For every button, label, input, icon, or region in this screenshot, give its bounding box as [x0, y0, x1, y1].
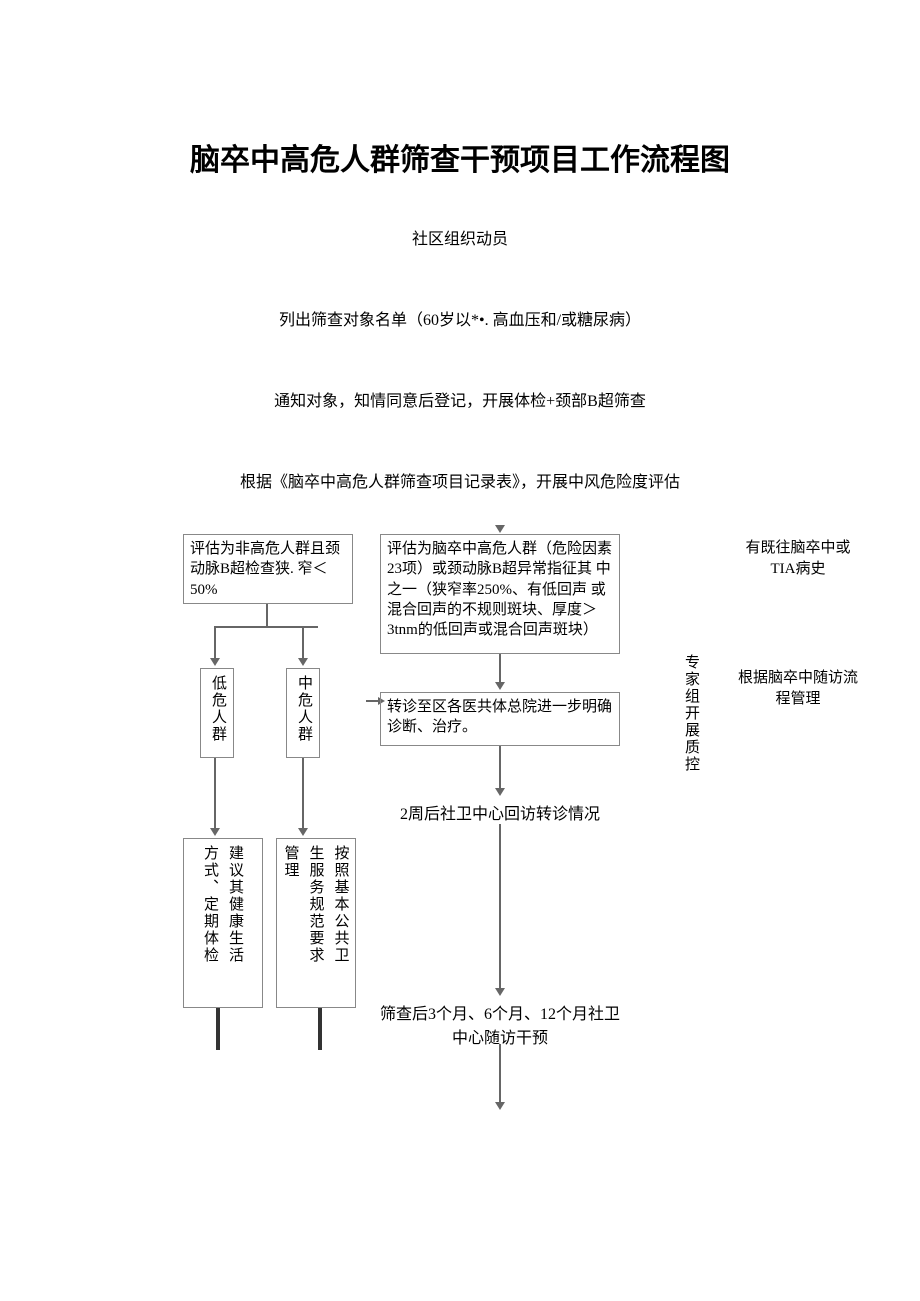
followup-2week: 2周后社卫中心回访转诊情况: [380, 800, 620, 824]
connector-line: [499, 746, 501, 790]
connector-line: [499, 1044, 501, 1104]
connector-line: [318, 1008, 322, 1050]
advice-col: 方式、定期体检: [200, 845, 221, 1001]
step-notify-consent: 通知对象，知情同意后登记，开展体检+颈部B超筛查: [220, 387, 700, 411]
connector-line: [499, 654, 501, 684]
risk-group-mid: 中危人群: [286, 668, 320, 758]
history-followup: 根据脑卒中随访流程管理: [738, 668, 858, 710]
arrow-down-icon: [495, 988, 505, 996]
branch-non-high-risk: 评估为非高危人群且颈动脉B超检查狭. 窄＜50%: [183, 534, 353, 604]
arrow-down-icon: [495, 1102, 505, 1110]
connector-line: [214, 626, 216, 660]
arrow-down-icon: [495, 788, 505, 796]
advice-col: 建议其健康生活: [225, 845, 246, 1001]
arrow-down-icon: [495, 682, 505, 690]
advice-col: 按照基本公共卫: [331, 845, 352, 1001]
page: 脑卒中高危人群筛查干预项目工作流程图 社区组织动员 列出筛查对象名单（60岁以*…: [0, 0, 920, 1301]
step-mobilize: 社区组织动员: [320, 225, 600, 249]
connector-line: [266, 604, 268, 626]
referral-box: 转诊至区各医共体总院进一步明确诊断、治疗。: [380, 692, 620, 746]
arrow-down-icon: [495, 525, 505, 533]
connector-line: [216, 1008, 220, 1050]
branch-history: 有既往脑卒中或TIA病史: [738, 538, 858, 580]
arrow-down-icon: [210, 658, 220, 666]
advice-col: 管理: [281, 845, 302, 1001]
arrow-down-icon: [298, 658, 308, 666]
step-assess-risk: 根据《脑卒中高危人群筛查项目记录表》，开展中风危险度评估: [220, 468, 700, 492]
risk-group-low: 低危人群: [200, 668, 234, 758]
branch-high-risk: 评估为脑卒中高危人群（危险因素23项）或颈动脉B超异常指征其 中之一（狭窄率25…: [380, 534, 620, 654]
connector-line: [214, 758, 216, 830]
connector-line: [302, 758, 304, 830]
connector-line: [302, 626, 304, 660]
advice-low-risk: 建议其健康生活 方式、定期体检: [183, 838, 263, 1008]
page-title: 脑卒中高危人群筛查干预项目工作流程图: [100, 135, 820, 179]
arrow-down-icon: [210, 828, 220, 836]
connector-line: [499, 824, 501, 992]
qc-note: 专家组开展质控: [680, 654, 701, 773]
followup-schedule: 筛查后3个月、6个月、12个月社卫中心随访干预: [380, 1000, 620, 1048]
step-list-subjects: 列出筛查对象名单（60岁以*•. 高血压和/或糖尿病）: [220, 306, 700, 330]
advice-col: 生服务规范要求: [306, 845, 327, 1001]
advice-mid-risk: 按照基本公共卫 生服务规范要求 管理: [276, 838, 356, 1008]
arrow-down-icon: [298, 828, 308, 836]
